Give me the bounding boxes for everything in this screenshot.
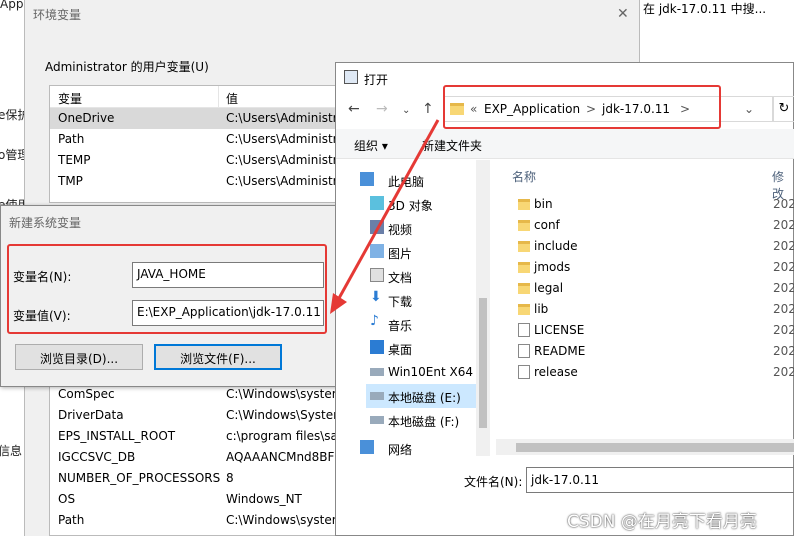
refresh-icon[interactable]: ↻: [773, 96, 794, 122]
computer-icon: [360, 172, 374, 186]
list-item[interactable]: README 202: [516, 341, 794, 362]
table-row[interactable]: Path C:\Users\Administrat: [50, 129, 368, 150]
list-item[interactable]: conf 202: [516, 215, 794, 236]
nav-item-videos[interactable]: 视频: [366, 216, 492, 240]
folder-icon: [518, 220, 530, 231]
nav-item-documents[interactable]: 文档: [366, 264, 492, 288]
list-item[interactable]: jmods 202: [516, 257, 794, 278]
file-icon: [518, 344, 530, 358]
folder-icon: [518, 241, 530, 252]
video-icon: [370, 220, 384, 234]
highlight-box: [443, 85, 721, 129]
table-row[interactable]: NUMBER_OF_PROCESSORS 8: [50, 468, 368, 489]
cube-icon: [370, 196, 384, 210]
col-variable[interactable]: 变量: [58, 90, 82, 107]
back-arrow-icon[interactable]: ←: [348, 101, 360, 117]
list-item[interactable]: LICENSE 202: [516, 320, 794, 341]
folder-icon: [518, 283, 530, 294]
list-item[interactable]: release 202: [516, 362, 794, 383]
drive-icon: [370, 392, 384, 400]
nav-item-drive-f[interactable]: 本地磁盘 (F:): [366, 408, 492, 432]
document-icon: [370, 268, 384, 282]
up-arrow-icon[interactable]: ↑: [422, 101, 434, 117]
user-vars-list[interactable]: 变量 值 OneDrive C:\Users\Administrat Path C:…: [49, 85, 369, 203]
horizontal-scroll-thumb[interactable]: [516, 443, 794, 452]
nav-item-drive-c[interactable]: Win10Ent X64 (: [366, 360, 492, 384]
close-icon[interactable]: ✕: [617, 6, 629, 22]
search-box-fragment[interactable]: 在 jdk-17.0.11 中搜...: [643, 0, 794, 16]
drive-icon: [370, 368, 384, 376]
file-icon: [518, 323, 530, 337]
app-icon: [344, 70, 358, 84]
user-vars-label: Administrator 的用户变量(U): [45, 60, 209, 74]
nav-item-drive-e[interactable]: 本地磁盘 (E:): [366, 384, 476, 408]
nav-item-pictures[interactable]: 图片: [366, 240, 492, 264]
organize-menu[interactable]: 组织 ▾: [354, 137, 388, 154]
list-item[interactable]: include 202: [516, 236, 794, 257]
chevron-down-icon[interactable]: ⌄: [402, 105, 410, 116]
drive-icon: [370, 416, 384, 424]
new-system-variable-dialog: 新建系统变量 变量名(N): JAVA_HOME 变量值(V): E:\EXP_…: [0, 205, 338, 387]
list-item[interactable]: lib 202: [516, 299, 794, 320]
table-row[interactable]: IGCCSVC_DB AQAAANCMnd8BFd: [50, 447, 368, 468]
col-name[interactable]: 名称: [512, 168, 536, 185]
filename-label: 文件名(N):: [464, 475, 523, 489]
nav-item-this-pc[interactable]: 此电脑: [356, 168, 492, 192]
dialog-title: 打开: [364, 73, 389, 87]
table-row[interactable]: DriverData C:\Windows\System: [50, 405, 368, 426]
nav-scroll-thumb[interactable]: [479, 298, 487, 428]
filename-input[interactable]: jdk-17.0.11: [526, 467, 794, 493]
navigation-pane: 此电脑 3D 对象 视频 图片 文档 ⬇ 下载 ♪ 音乐 桌面 Win10Ent X…: [336, 160, 492, 460]
col-value[interactable]: 值: [226, 90, 238, 107]
toolbar: 组织 ▾ 新建文件夹: [336, 129, 794, 159]
browse-file-button[interactable]: 浏览文件(F)...: [154, 344, 282, 370]
dialog-title: 新建系统变量: [9, 216, 82, 230]
bg-fragment: 信息: [0, 444, 23, 458]
table-row[interactable]: EPS_INSTALL_ROOT c:\program files\sa: [50, 426, 368, 447]
nav-item-3d[interactable]: 3D 对象: [366, 192, 492, 216]
system-vars-list[interactable]: ComSpec C:\Windows\system DriverData C:\Wi…: [49, 383, 369, 536]
nav-item-music[interactable]: ♪ 音乐: [366, 312, 492, 336]
list-item[interactable]: bin 202: [516, 194, 794, 215]
list-header: 变量 值: [50, 86, 368, 108]
window-title: 环境变量: [33, 8, 82, 22]
picture-icon: [370, 244, 384, 258]
new-folder-button[interactable]: 新建文件夹: [422, 137, 482, 154]
chevron-down-icon[interactable]: ⌄: [744, 102, 754, 116]
forward-arrow-icon[interactable]: →: [376, 101, 388, 117]
nav-item-desktop[interactable]: 桌面: [366, 336, 492, 360]
nav-item-network[interactable]: 网络: [356, 436, 492, 460]
highlight-box: [7, 244, 327, 334]
table-row[interactable]: ComSpec C:\Windows\system: [50, 384, 368, 405]
file-list: 名称 修改 bin 202 conf 202 include 202 jmods 202…: [496, 160, 794, 460]
table-row[interactable]: Path C:\Windows\system: [50, 510, 368, 531]
nav-item-downloads[interactable]: ⬇ 下载: [366, 288, 492, 312]
download-icon: ⬇: [370, 289, 382, 305]
desktop-icon: [370, 340, 384, 354]
list-item[interactable]: legal 202: [516, 278, 794, 299]
watermark: CSDN @在月亮下看月亮: [567, 512, 757, 532]
file-icon: [518, 365, 530, 379]
folder-icon: [518, 304, 530, 315]
browse-directory-button[interactable]: 浏览目录(D)...: [15, 344, 143, 370]
network-icon: [360, 440, 374, 454]
music-icon: ♪: [370, 313, 379, 329]
folder-icon: [518, 199, 530, 210]
table-row[interactable]: TMP C:\Users\Administrat: [50, 171, 368, 192]
open-file-dialog: 打开 ← → ⌄ ↑ « EXP_Application > jdk-17.0.…: [335, 62, 794, 536]
folder-icon: [518, 262, 530, 273]
table-row[interactable]: OneDrive C:\Users\Administrat: [50, 108, 368, 129]
table-row[interactable]: TEMP C:\Users\Administrat: [50, 150, 368, 171]
table-row[interactable]: OS Windows_NT: [50, 489, 368, 510]
